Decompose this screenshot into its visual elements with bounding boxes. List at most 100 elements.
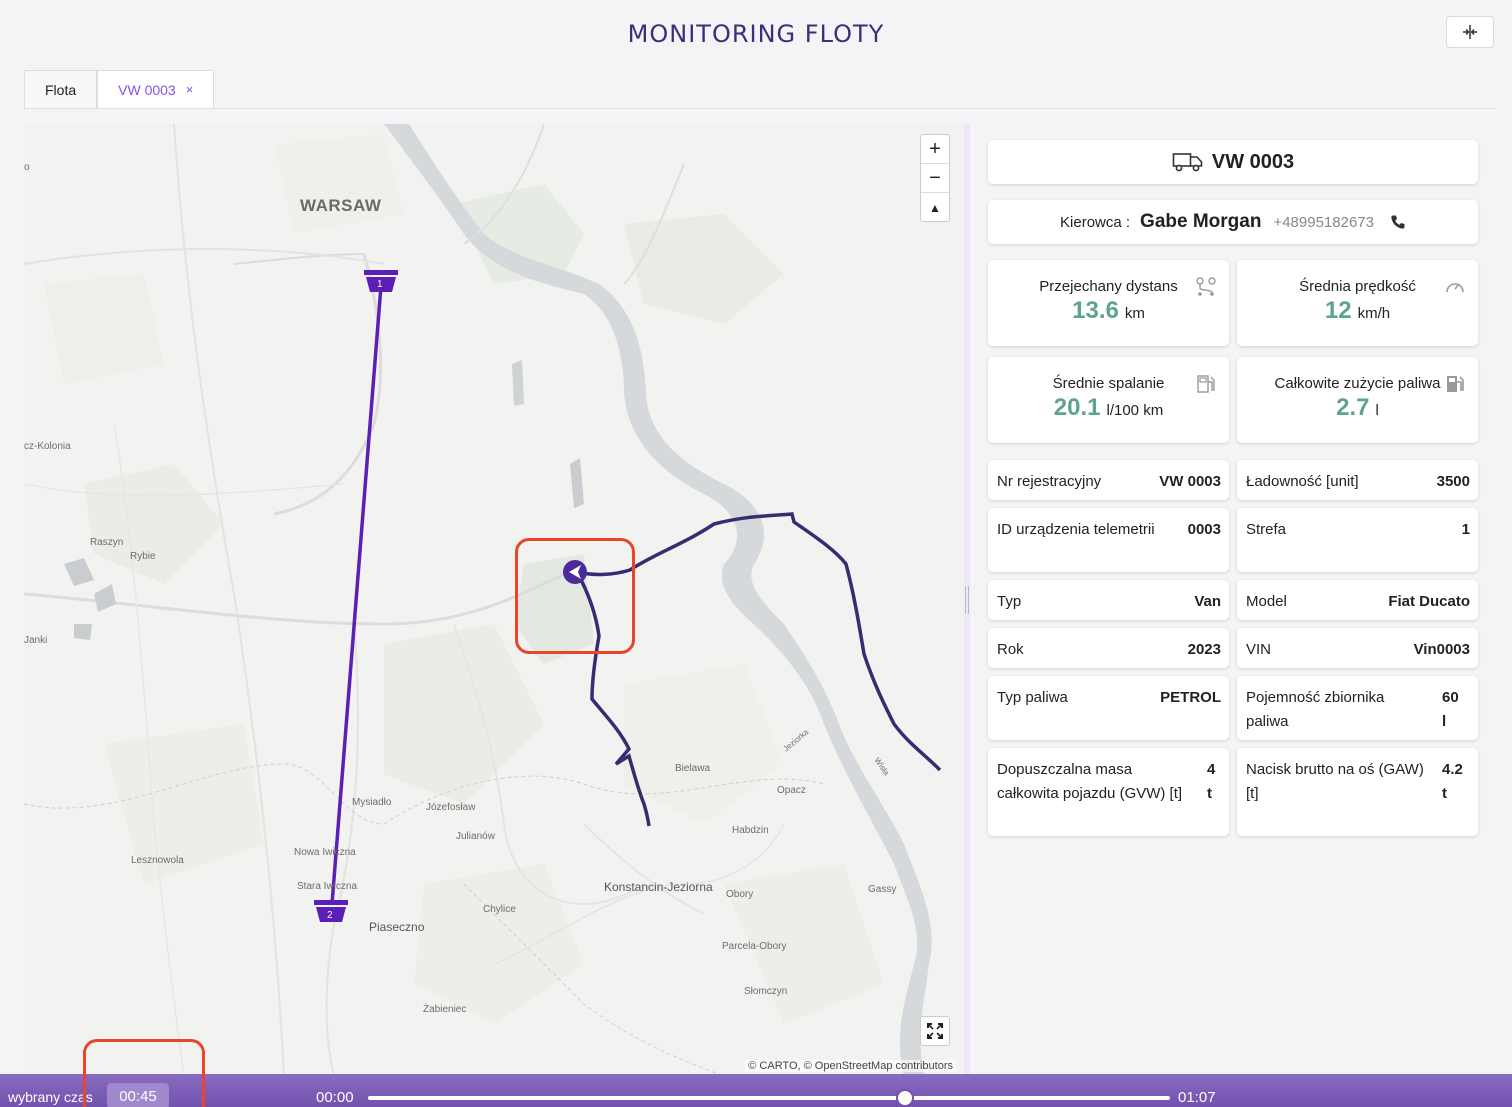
- timeline-end: 01:07: [1178, 1089, 1216, 1106]
- compass-button[interactable]: ▲: [921, 193, 949, 222]
- waypoint-marker-1-number: 1: [377, 279, 383, 290]
- detail-registration: Nr rejestracyjny VW 0003: [988, 460, 1229, 500]
- fuel-pump-icon: [1197, 375, 1215, 393]
- map-label-gassy: Gassy: [868, 884, 897, 895]
- detail-key: Typ paliwa: [997, 689, 1068, 706]
- speedometer-icon: [1446, 283, 1464, 293]
- detail-zone: Strefa 1: [1237, 508, 1478, 572]
- map-label-warsaw: WARSAW: [300, 196, 382, 215]
- map[interactable]: 1 2 WARSAW Piaseczno Konstancin-Jeziorna…: [24, 124, 964, 1076]
- map-label-nowa-iwiczna: Nowa Iwiczna: [294, 847, 356, 858]
- map-attribution[interactable]: © CARTO, © OpenStreetMap contributors: [745, 1060, 956, 1072]
- stat-total-fuel: Całkowite zużycie paliwa 2.7 l: [1237, 357, 1478, 443]
- vehicle-position-marker[interactable]: [24, 124, 964, 1076]
- map-label-chylice: Chylice: [483, 904, 516, 915]
- page-title: MONITORING FLOTY: [627, 20, 885, 48]
- route-icon: [1196, 277, 1216, 296]
- tab-fleet[interactable]: Flota: [24, 70, 98, 108]
- map-label-piaseczno: Piaseczno: [369, 920, 425, 934]
- detail-value: 60 l: [1442, 689, 1459, 730]
- stat-distance-label: Przejechany dystans: [1039, 278, 1178, 295]
- phone-icon[interactable]: [1390, 214, 1406, 230]
- detail-key: ID urządzenia telemetrii: [997, 521, 1155, 538]
- detail-type: Typ Van: [988, 580, 1229, 620]
- highlight-vehicle-position: [515, 538, 635, 654]
- detail-value: 4 t: [1207, 761, 1216, 802]
- fullscreen-button[interactable]: [920, 1016, 950, 1046]
- map-label-zabieniec: Żabieniec: [423, 1004, 467, 1015]
- detail-key: Nacisk brutto na oś (GAW) [t]: [1246, 761, 1424, 802]
- detail-value: 2023: [1187, 641, 1221, 658]
- map-label-lesznowola: Lesznowola: [131, 855, 184, 866]
- driver-name: Gabe Morgan: [1140, 211, 1262, 232]
- stat-avg-consumption-unit: l/100 km: [1106, 402, 1164, 419]
- map-label-kolonia: cz-Kolonia: [24, 441, 71, 452]
- timeline-slider-track[interactable]: [368, 1096, 1170, 1100]
- map-label-stara-iwiczna: Stara Iwiczna: [297, 881, 358, 892]
- zoom-in-button[interactable]: +: [921, 135, 949, 164]
- stat-total-fuel-label: Całkowite zużycie paliwa: [1274, 375, 1441, 392]
- detail-value: Fiat Ducato: [1388, 593, 1470, 610]
- detail-value: 3500: [1436, 473, 1470, 490]
- stat-avg-speed-unit: km/h: [1357, 305, 1391, 322]
- detail-value: PETROL: [1160, 689, 1221, 706]
- fuel-station-icon: [1447, 376, 1464, 392]
- map-label-opacz: Opacz: [777, 785, 806, 796]
- detail-fuel-type: Typ paliwa PETROL: [988, 676, 1229, 740]
- stat-total-fuel-unit: l: [1375, 402, 1379, 419]
- stat-avg-consumption: Średnie spalanie 20.1 l/100 km: [988, 357, 1229, 443]
- timeline-bar: wybrany czas 00:45 00:00 01:07: [0, 1074, 1512, 1107]
- detail-year: Rok 2023: [988, 628, 1229, 668]
- map-label-konstancin: Konstancin-Jeziorna: [604, 880, 713, 894]
- detail-gaw: Nacisk brutto na oś (GAW) [t] 4.2 t: [1237, 748, 1478, 836]
- driver-card: Kierowca : Gabe Morgan +48995182673: [988, 200, 1478, 244]
- layout-toggle-button[interactable]: [1446, 16, 1494, 48]
- map-label-bielawa: Bielawa: [675, 763, 711, 774]
- detail-gvw: Dopuszczalna masa całkowita pojazdu (GVW…: [988, 748, 1229, 836]
- detail-key: Typ: [997, 593, 1022, 610]
- highlight-selected-time: [83, 1039, 205, 1107]
- tab-bar: Flota VW 0003 ×: [24, 70, 215, 108]
- timeline-slider-thumb[interactable]: [896, 1089, 915, 1107]
- zoom-control: + − ▲: [920, 134, 950, 222]
- map-label-rybie: Rybie: [130, 551, 156, 562]
- split-view-icon: [1463, 25, 1477, 39]
- map-label-raszyn: Raszyn: [90, 537, 124, 548]
- map-label-jozefoslaw: Józefosław: [426, 802, 476, 813]
- zoom-out-button[interactable]: −: [921, 164, 949, 193]
- map-label-slomczyn: Słomczyn: [744, 986, 788, 997]
- detail-tank-capacity: Pojemność zbiornika paliwa 60 l: [1237, 676, 1478, 740]
- vehicle-header-card: VW 0003: [988, 140, 1478, 184]
- stat-total-fuel-value: 2.7: [1336, 394, 1370, 421]
- detail-key: Ładowność [unit]: [1246, 473, 1359, 490]
- detail-value: Van: [1194, 593, 1221, 610]
- stat-avg-speed-value: 12: [1324, 297, 1352, 324]
- map-label-julianow: Julianów: [456, 831, 495, 842]
- tab-close-icon[interactable]: ×: [186, 82, 194, 97]
- tab-vehicle[interactable]: VW 0003 ×: [97, 70, 215, 108]
- stat-distance-value: 13.6: [1072, 297, 1119, 324]
- truck-icon: [1172, 153, 1203, 172]
- stat-avg-speed: Średnia prędkość 12 km/h: [1237, 260, 1478, 346]
- header: MONITORING FLOTY: [0, 0, 1512, 68]
- detail-payload: Ładowność [unit] 3500: [1237, 460, 1478, 500]
- stat-avg-consumption-value: 20.1: [1053, 394, 1101, 421]
- map-label-janki: Janki: [24, 635, 48, 646]
- detail-vin: VIN Vin0003: [1237, 628, 1478, 668]
- driver-label: Kierowca :: [1060, 213, 1131, 231]
- tabs-divider: [24, 108, 1496, 109]
- driver-phone[interactable]: +48995182673: [1273, 214, 1374, 231]
- detail-key: Pojemność zbiornika paliwa: [1246, 689, 1385, 730]
- detail-value: 1: [1461, 521, 1470, 538]
- vehicle-name: VW 0003: [1211, 150, 1295, 173]
- map-label-edge: o: [24, 162, 30, 173]
- detail-value: Vin0003: [1413, 641, 1470, 658]
- detail-value: VW 0003: [1159, 473, 1221, 490]
- map-label-obory: Obory: [726, 889, 754, 900]
- detail-telemetry-id: ID urządzenia telemetrii 0003: [988, 508, 1229, 572]
- detail-key: Dopuszczalna masa całkowita pojazdu (GVW…: [997, 761, 1183, 802]
- splitter-grip[interactable]: [965, 586, 969, 614]
- tab-vehicle-label: VW 0003: [118, 81, 176, 98]
- detail-value: 0003: [1187, 521, 1221, 538]
- detail-value: 4.2 t: [1442, 761, 1463, 802]
